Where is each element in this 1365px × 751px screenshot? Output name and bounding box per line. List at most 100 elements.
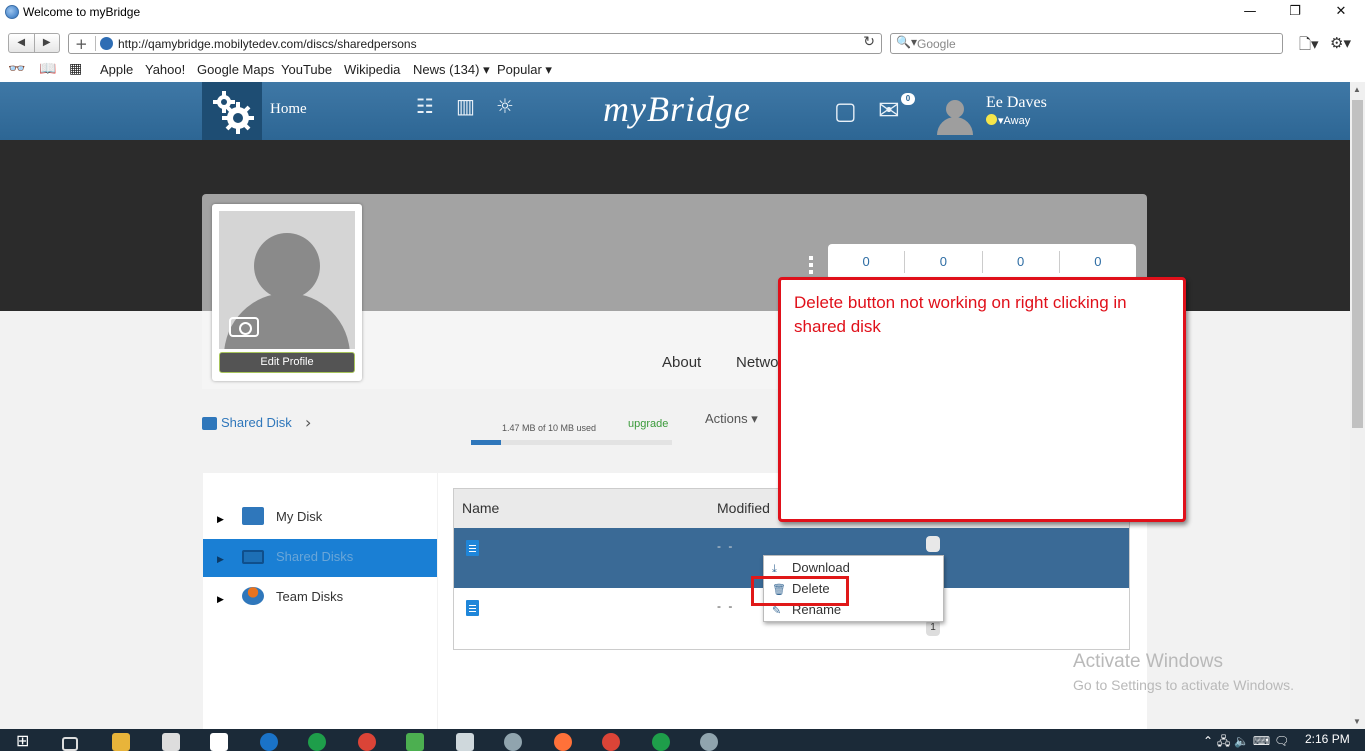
more-options-icon[interactable] — [809, 256, 814, 276]
expand-arrow-icon[interactable]: ▶ — [217, 515, 224, 525]
modified-cell: - - — [717, 599, 735, 613]
count-4[interactable]: 0 — [1060, 251, 1136, 273]
user-status-label[interactable]: ▾Away — [998, 115, 1030, 127]
task-view-icon[interactable] — [62, 737, 78, 751]
close-button[interactable]: ✕ — [1326, 3, 1356, 21]
back-button[interactable]: ◀ — [9, 34, 35, 52]
storage-usage-fill — [471, 440, 501, 445]
buildings-icon[interactable]: ▥ — [456, 94, 475, 118]
count-2[interactable]: 0 — [905, 251, 983, 273]
shared-disk-icon — [202, 417, 217, 430]
hangouts-icon[interactable] — [308, 733, 326, 751]
chrome-icon[interactable] — [358, 733, 376, 751]
reader-glasses-icon[interactable]: 👓 — [8, 61, 25, 77]
start-windows-icon[interactable]: ⊞ — [16, 731, 34, 750]
activate-windows-hint: Go to Settings to activate Windows. — [1073, 677, 1294, 693]
network-app-icon[interactable] — [456, 733, 474, 751]
page-menu-icon[interactable]: 🗋▾ — [1299, 34, 1319, 59]
expand-arrow-icon[interactable]: ▶ — [217, 595, 224, 605]
home-link[interactable]: Home — [270, 101, 307, 118]
profile-photo — [219, 211, 355, 349]
tray-icons[interactable]: ⌃ 🖧 🔈 ⌨ 🗨 — [1203, 732, 1289, 751]
reload-icon[interactable]: ↻ — [863, 34, 875, 50]
status-dot-icon — [986, 114, 997, 125]
page-scrollbar[interactable]: ▲ ▼ — [1350, 82, 1365, 729]
bookmark-wikipedia[interactable]: Wikipedia — [344, 62, 400, 77]
bookmarks-book-icon[interactable]: 📖 — [39, 61, 56, 77]
restore-button[interactable]: ❐ — [1280, 3, 1310, 21]
user-avatar[interactable] — [935, 97, 975, 135]
firefox-icon[interactable] — [554, 733, 572, 751]
team-icon — [242, 587, 264, 605]
mail-icon[interactable]: ✉ — [878, 96, 900, 126]
file-explorer-icon[interactable] — [112, 733, 130, 751]
address-divider — [95, 36, 96, 51]
hangouts-icon[interactable] — [652, 733, 670, 751]
calculator-icon[interactable] — [210, 733, 228, 751]
menu-item-download[interactable]: ⤓ Download — [772, 560, 850, 576]
lightbulb-icon[interactable]: ☼ — [496, 94, 514, 118]
breadcrumb-shared-disk[interactable]: Shared Disk — [221, 415, 292, 430]
search-icon[interactable]: 🔍▾ — [896, 35, 917, 49]
column-modified[interactable]: Modified — [717, 500, 770, 516]
upgrade-link[interactable]: upgrade — [628, 418, 668, 430]
camera-icon[interactable] — [229, 317, 259, 337]
safari-icon[interactable] — [700, 733, 718, 751]
top-sites-grid-icon[interactable]: ▦ — [69, 61, 82, 77]
scroll-up-arrow-icon[interactable]: ▲ — [1353, 85, 1361, 94]
menu-item-label: Download — [792, 560, 850, 575]
search-input[interactable]: Google — [917, 37, 956, 51]
profile-counts: 0 0 0 0 — [828, 244, 1136, 280]
forward-button[interactable]: ▶ — [35, 34, 60, 52]
chrome-icon[interactable] — [602, 733, 620, 751]
url-text[interactable]: http://qamybridge.mobilytedev.com/discs/… — [118, 37, 417, 51]
nav-buttons: ◀ ▶ — [8, 33, 60, 53]
download-icon: ⤓ — [772, 562, 777, 575]
new-tab-icon[interactable]: + — [75, 35, 88, 53]
gears-icon — [213, 91, 254, 134]
user-name[interactable]: Ee Daves — [986, 94, 1047, 112]
tree-icon[interactable]: ☷ — [416, 94, 434, 118]
drive-icon[interactable] — [406, 733, 424, 751]
column-name[interactable]: Name — [462, 500, 499, 516]
brand-logo[interactable]: myBridge — [603, 88, 751, 130]
sidebar-item-shared-disks[interactable]: ▶ Shared Disks — [203, 539, 437, 577]
address-bar[interactable]: + http://qamybridge.mobilytedev.com/disc… — [68, 33, 882, 54]
actions-dropdown[interactable]: Actions ▾ — [705, 411, 758, 427]
document-icon — [466, 600, 479, 616]
annotation-text: Delete button not working on right click… — [794, 293, 1127, 336]
taskbar-clock[interactable]: 2:16 PM — [1305, 732, 1350, 746]
safari-icon[interactable] — [504, 733, 522, 751]
edit-profile-button[interactable]: Edit Profile — [219, 352, 355, 373]
calendar-icon[interactable] — [162, 733, 180, 751]
sidebar-item-team-disks[interactable]: ▶ Team Disks — [203, 579, 437, 617]
bookmark-news[interactable]: News (134) ▾ — [413, 62, 490, 78]
count-1[interactable]: 0 — [828, 251, 906, 273]
tab-about[interactable]: About — [662, 354, 701, 371]
breadcrumb-chevron-icon: › — [305, 413, 312, 432]
delete-highlight-box — [751, 576, 849, 606]
bookmark-youtube[interactable]: YouTube — [281, 62, 332, 77]
sidebar-item-my-disk[interactable]: ▶ My Disk — [203, 499, 437, 537]
minimize-button[interactable]: — — [1235, 3, 1265, 21]
tab-network[interactable]: Netwo — [736, 354, 779, 371]
bookmark-google-maps[interactable]: Google Maps — [197, 62, 274, 77]
bookmark-popular[interactable]: Popular ▾ — [497, 62, 552, 78]
expand-arrow-icon[interactable]: ▶ — [217, 555, 224, 565]
bookmark-yahoo[interactable]: Yahoo! — [145, 62, 185, 77]
count-3[interactable]: 0 — [983, 251, 1060, 273]
row-badge — [926, 536, 940, 552]
search-bar[interactable]: 🔍▾ Google — [890, 33, 1283, 54]
folder-icon — [242, 507, 264, 525]
notes-icon[interactable]: ▢ — [834, 97, 857, 125]
scroll-down-arrow-icon[interactable]: ▼ — [1353, 717, 1361, 726]
edge-icon[interactable] — [260, 733, 278, 751]
profile-avatar-card: Edit Profile — [212, 204, 362, 381]
bookmark-apple[interactable]: Apple — [100, 62, 133, 77]
user-status[interactable]: ▾Away — [986, 114, 1030, 127]
settings-gear-icon[interactable]: ⚙▾ — [1330, 34, 1351, 52]
window-title: Welcome to myBridge — [23, 5, 141, 19]
message-count-badge: 0 — [901, 93, 915, 105]
scroll-thumb[interactable] — [1352, 100, 1363, 428]
home-gear-button[interactable] — [202, 82, 262, 140]
